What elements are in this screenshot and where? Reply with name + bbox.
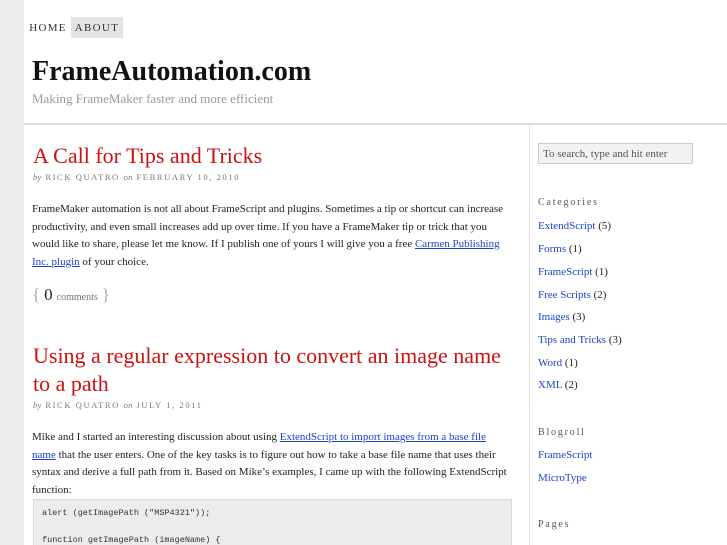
post-byline: by RICK QUATRO on FEBRUARY 10, 2010 <box>33 172 240 182</box>
byline-by: by <box>33 172 42 182</box>
comments-brace-close: } <box>101 285 110 304</box>
category-link[interactable]: FrameScript (1) <box>538 266 608 278</box>
category-link[interactable]: Images (3) <box>538 311 585 323</box>
nav-about-link[interactable]: ABOUT <box>71 17 123 38</box>
header-divider <box>24 123 727 125</box>
byline-by: by <box>33 400 42 410</box>
category-name: XML <box>538 379 563 391</box>
comments-count: 0 <box>44 285 53 304</box>
category-name: ExtendScript <box>538 220 596 232</box>
category-link[interactable]: Forms (1) <box>538 243 582 255</box>
post-date: JULY 1, 2011 <box>136 400 203 410</box>
post-title[interactable]: A Call for Tips and Tricks <box>33 142 513 170</box>
category-count: (1) <box>564 357 578 369</box>
category-link[interactable]: XML (2) <box>538 379 578 391</box>
post-text: that the user enters. One of the key tas… <box>32 448 507 496</box>
post-author-link[interactable]: RICK QUATRO <box>45 172 120 182</box>
blogroll-heading: Blogroll <box>538 427 586 438</box>
category-link[interactable]: Tips and Tricks (3) <box>538 334 622 346</box>
blogroll-link[interactable]: MicroType <box>538 472 587 484</box>
category-name: Images <box>538 311 570 323</box>
category-count: (2) <box>593 289 607 301</box>
site-title[interactable]: FrameAutomation.com <box>32 56 311 88</box>
post-text: of your choice. <box>79 255 149 268</box>
category-count: (3) <box>608 334 622 346</box>
code-block: alert (getImagePath ("MSP4321")); functi… <box>33 499 512 545</box>
blogroll-link[interactable]: FrameScript <box>538 449 592 461</box>
byline-on: on <box>123 172 133 182</box>
post-date: FEBRUARY 10, 2010 <box>136 172 241 182</box>
search-input[interactable] <box>538 143 693 164</box>
comments-brace-open: { <box>32 285 41 304</box>
category-name: FrameScript <box>538 266 593 278</box>
post-excerpt: FrameMaker automation is not all about F… <box>32 201 510 271</box>
comments-label: comments <box>56 292 98 303</box>
nav-home-link[interactable]: HOME <box>28 17 68 38</box>
page: HOME ABOUT FrameAutomation.com Making Fr… <box>24 0 727 545</box>
category-name: Tips and Tricks <box>538 334 607 346</box>
category-link[interactable]: Free Scripts (2) <box>538 289 606 301</box>
category-name: Word <box>538 357 563 369</box>
code-line: alert (getImagePath ("MSP4321")); <box>42 508 211 518</box>
categories-heading: Categories <box>538 197 599 208</box>
category-count: (2) <box>564 379 578 391</box>
category-count: (3) <box>572 311 586 323</box>
post-byline: by RICK QUATRO on JULY 1, 2011 <box>33 400 203 410</box>
category-count: (5) <box>598 220 612 232</box>
post-text: Mike and I started an interesting discus… <box>32 431 280 443</box>
post-excerpt: Mike and I started an interesting discus… <box>32 429 510 499</box>
column-divider <box>529 125 530 545</box>
comments-link[interactable]: { 0 comments } <box>32 285 110 305</box>
category-link[interactable]: Word (1) <box>538 357 578 369</box>
byline-on: on <box>123 400 133 410</box>
category-count: (1) <box>568 243 582 255</box>
post-author-link[interactable]: RICK QUATRO <box>45 400 120 410</box>
category-count: (1) <box>595 266 608 278</box>
category-name: Free Scripts <box>538 289 591 301</box>
pages-heading: Pages <box>538 519 571 530</box>
code-line: function getImagePath (imageName) { <box>42 535 221 545</box>
category-name: Forms <box>538 243 567 255</box>
site-description: Making FrameMaker faster and more effici… <box>32 91 274 106</box>
post-title[interactable]: Using a regular expression to convert an… <box>33 342 503 398</box>
category-link[interactable]: ExtendScript (5) <box>538 220 611 232</box>
